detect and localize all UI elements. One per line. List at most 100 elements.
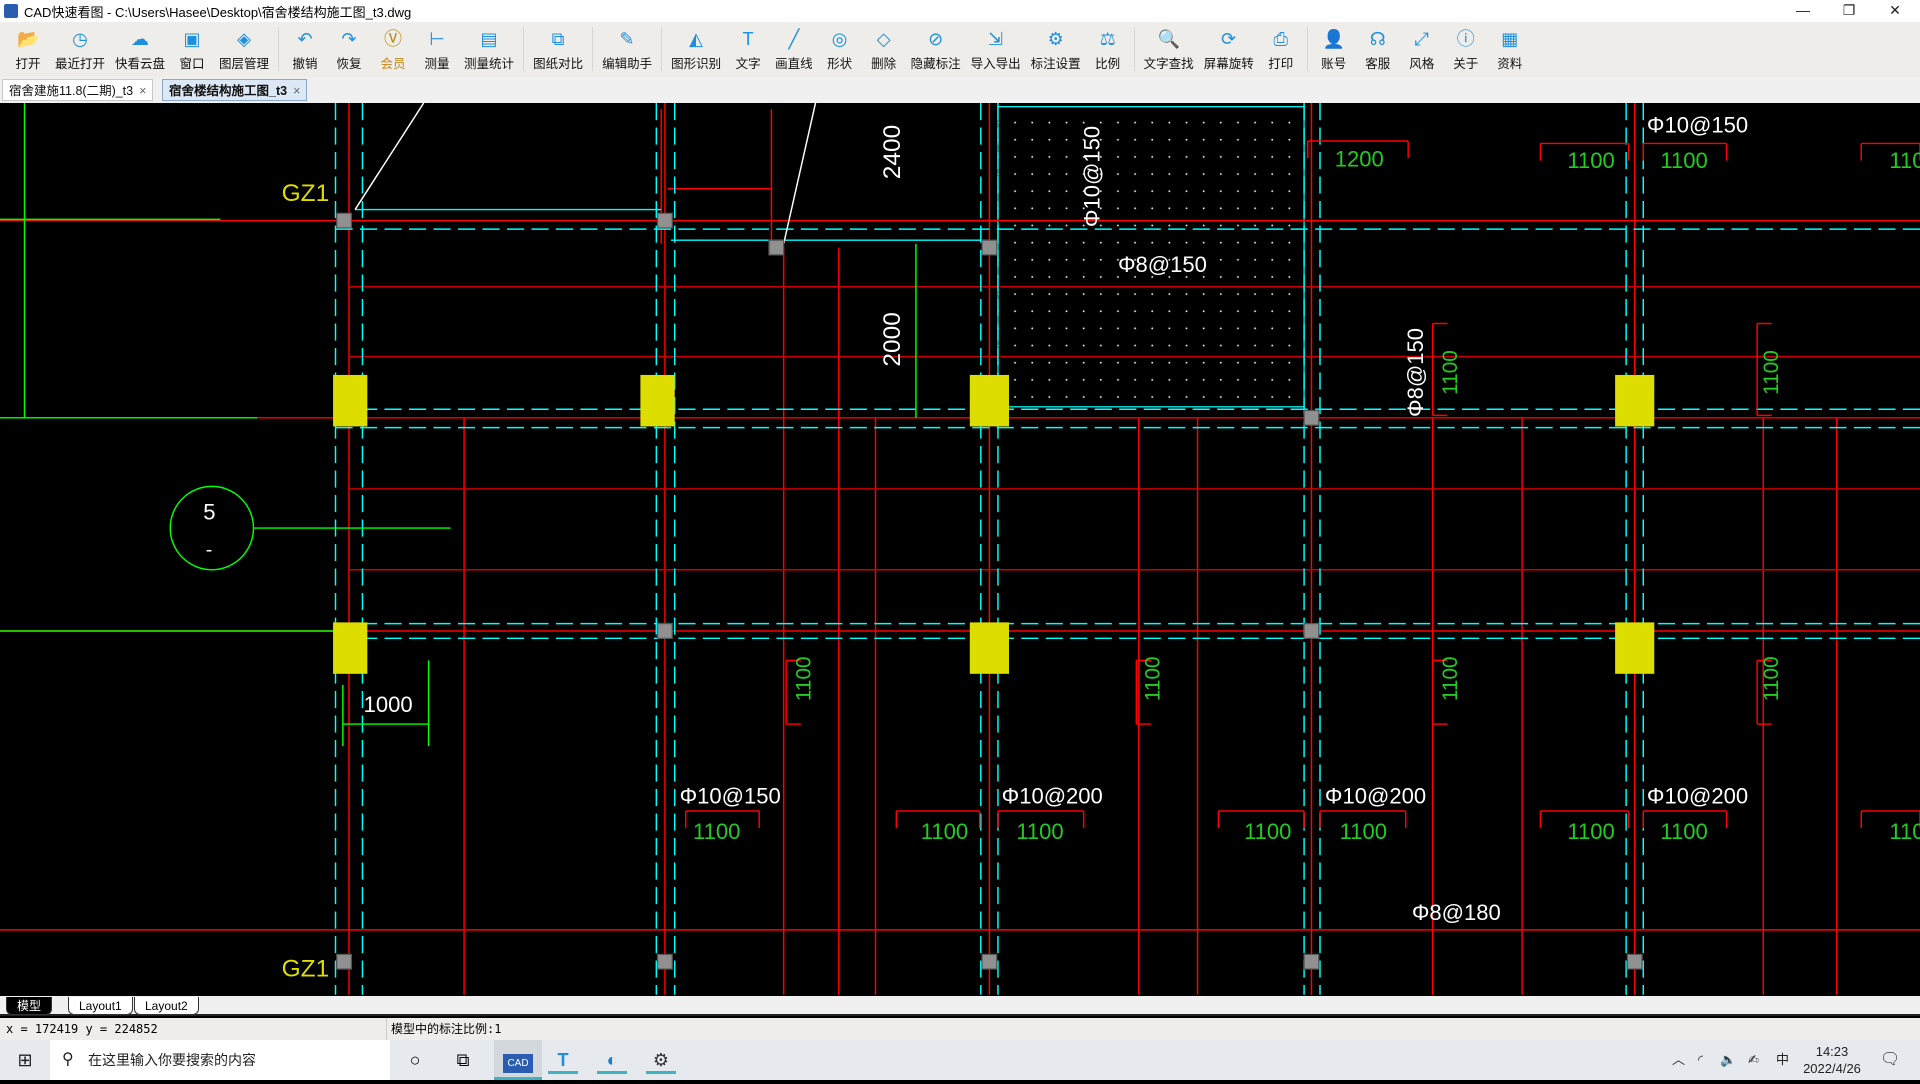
t-app-taskbar-icon[interactable]: T [548, 1046, 578, 1074]
toolbar-separator [523, 27, 525, 71]
toolbar-button-hide-annotation[interactable]: ⊘ 隐藏标注 [911, 22, 961, 72]
constructional-column [656, 622, 673, 639]
toolbar-button-label: 屏幕旋转 [1203, 57, 1254, 71]
toolbar-button-edit-assistant[interactable]: ✎ 编辑助手 [602, 22, 652, 72]
toolbar-button-compare[interactable]: ⧉ 图纸对比 [533, 22, 583, 72]
shapes-icon: ◎ [831, 29, 848, 49]
screen-rotate-icon: ⟳ [1221, 29, 1237, 49]
toolbar-button-printer[interactable]: ⎙ 打印 [1264, 22, 1298, 72]
constructional-column [981, 953, 998, 970]
drawing-label: - [206, 539, 213, 561]
close-tab-icon[interactable]: × [139, 84, 146, 98]
close-tab-icon[interactable]: × [293, 84, 300, 98]
hide-annotation-icon: ⊘ [928, 29, 944, 49]
toolbar-button-label: 图形识别 [671, 57, 722, 71]
toolbar-button-label: 隐藏标注 [910, 57, 961, 71]
task-view-icon[interactable]: ⧉ [448, 1046, 478, 1074]
toolbar-button-scale[interactable]: ⚖ 比例 [1091, 22, 1125, 72]
restore-button[interactable]: ❐ [1826, 0, 1872, 22]
toolbar-button-recent-clock[interactable]: ◷ 最近打开 [55, 22, 105, 72]
ime-indicator[interactable]: 中 [1776, 1040, 1789, 1080]
doc-tab-label: 宿舍建施11.8(二期)_t3 [9, 84, 134, 98]
cortana-icon[interactable]: ○ [400, 1046, 430, 1074]
toolbar-button-headset[interactable]: ☊ 客服 [1361, 22, 1395, 72]
compare-icon: ⧉ [551, 29, 565, 49]
volume-icon[interactable]: 🔈 [1720, 1040, 1736, 1080]
toolbar-button-label: 导入导出 [970, 57, 1021, 71]
drawing-label: Φ10@200 [1647, 784, 1748, 809]
diagonal-line [782, 103, 817, 245]
toolbar-button-folder-open[interactable]: 📂 打开 [11, 22, 45, 72]
toolbar-button-redo[interactable]: ↷ 恢复 [332, 22, 366, 72]
cad-drawing-canvas[interactable]: GZ1 GZ1 2400 2000 Φ10@150 Φ8@150 1200 1100 Φ10@1… [0, 103, 1920, 996]
network-icon[interactable]: ◜ [1698, 1040, 1703, 1080]
windows-start-icon[interactable]: ⊞ [10, 1046, 40, 1074]
layout-tab-layout2[interactable]: Layout2 [134, 997, 199, 1015]
toolbar-button-measure-stats[interactable]: ▤ 测量统计 [464, 22, 514, 72]
toolbar-button-label: 客服 [1365, 57, 1391, 71]
shape-recognize-icon: ◭ [689, 29, 704, 49]
diagonal-line [354, 103, 425, 210]
toolbar-button-label: 撤销 [292, 57, 318, 71]
drawing-label: 1100 [1567, 148, 1614, 173]
toolbar-button-undo[interactable]: ↶ 撤销 [288, 22, 322, 72]
toolbar-button-documents[interactable]: ▦ 资料 [1493, 22, 1527, 72]
toolbar-button-label: 图层管理 [219, 57, 270, 71]
toolbar-button-eraser[interactable]: ◇ 删除 [867, 22, 901, 72]
toolbar-button-shapes[interactable]: ◎ 形状 [823, 22, 857, 72]
drawing-label: 1100 [1567, 819, 1614, 844]
toolbar-button-text-search[interactable]: 🔍 文字查找 [1144, 22, 1194, 72]
annotation-settings-icon: ⚙ [1047, 29, 1064, 49]
layout-tab-model[interactable]: 模型 [6, 997, 53, 1015]
clock[interactable]: 14:23 2022/4/26 [1800, 1040, 1864, 1080]
notifications-icon[interactable]: 🗨 [1880, 1040, 1900, 1080]
close-button[interactable]: ✕ [1872, 0, 1918, 22]
pen-icon[interactable]: ✍ [1748, 1040, 1759, 1080]
toolbar-button-label: 会员 [380, 57, 406, 71]
drawing-label: 1100 [1439, 656, 1462, 701]
eraser-icon: ◇ [876, 29, 891, 49]
toolbar-button-info[interactable]: ⓘ 关于 [1449, 22, 1483, 72]
settings-gear-icon[interactable]: ⚙ [646, 1046, 676, 1074]
toolbar-button-ruler[interactable]: ⊢ 测量 [420, 22, 454, 72]
toolbar-button-layers[interactable]: ◈ 图层管理 [219, 22, 269, 72]
toolbar-button-window-frame[interactable]: ▣ 窗口 [175, 22, 209, 72]
toolbar-button-line[interactable]: ╱ 画直线 [775, 22, 813, 72]
structural-column [640, 374, 675, 427]
tray-chevron-icon[interactable]: ︿ [1672, 1040, 1685, 1080]
toolbar-button-cloud[interactable]: ☁ 快看云盘 [115, 22, 165, 72]
toolbar-button-shape-recognize[interactable]: ◭ 图形识别 [671, 22, 721, 72]
toolbar-button-screen-rotate[interactable]: ⟳ 屏幕旋转 [1204, 22, 1254, 72]
taskbar-search[interactable]: ⚲ 在这里输入你要搜索的内容 [50, 1040, 390, 1080]
layout-tab-layout1[interactable]: Layout1 [68, 997, 133, 1015]
toolbar-separator [592, 27, 594, 71]
toolbar-button-import-export[interactable]: ⇲ 导入导出 [971, 22, 1021, 72]
drawing-label: 1100 [1142, 656, 1165, 701]
minimize-button[interactable]: — [1780, 0, 1826, 22]
doc-tab-active[interactable]: 宿舍楼结构施工图_t3 × [162, 79, 308, 101]
toolbar-button-account[interactable]: 👤 账号 [1317, 22, 1351, 72]
toolbar-button-label: 文字查找 [1143, 57, 1194, 71]
constructional-column [336, 953, 353, 970]
toolbar-button-text[interactable]: T 文字 [731, 22, 765, 72]
printer-icon: ⎙ [1273, 29, 1288, 49]
drawing-label: 1100 [793, 656, 816, 701]
doc-tab[interactable]: 宿舍建施11.8(二期)_t3 × [2, 79, 154, 101]
edge-browser-icon[interactable]: ◐ [597, 1046, 627, 1074]
account-icon: 👤 [1322, 29, 1346, 49]
toolbar-button-vip[interactable]: Ⓥ 会员 [376, 22, 410, 72]
headset-icon: ☊ [1369, 29, 1386, 49]
structural-column [969, 622, 1009, 674]
cloud-icon: ☁ [131, 29, 150, 49]
cad-app-taskbar-icon[interactable]: CAD [494, 1040, 542, 1080]
toolbar-button-label: 恢复 [336, 57, 362, 71]
style-icon: ⤢ [1414, 29, 1429, 49]
edit-assistant-icon: ✎ [619, 29, 635, 49]
toolbar-button-style[interactable]: ⤢ 风格 [1405, 22, 1439, 72]
cursor-coordinates: x = 172419 y = 224852 [6, 1022, 158, 1036]
toolbar-button-annotation-settings[interactable]: ⚙ 标注设置 [1031, 22, 1081, 72]
drawing-label: 2000 [879, 312, 906, 366]
constructional-column [1303, 409, 1320, 426]
toolbar: 📂 打开 ◷ 最近打开 ☁ 快看云盘 ▣ 窗口 ◈ 图层管理 ↶ 撤销 ↷ 恢复 Ⓥ 会员 ⊢ 测量 ▤ 测量统计 ⧉ 图… [0, 22, 1920, 77]
drawing-label: 1100 [921, 819, 968, 844]
